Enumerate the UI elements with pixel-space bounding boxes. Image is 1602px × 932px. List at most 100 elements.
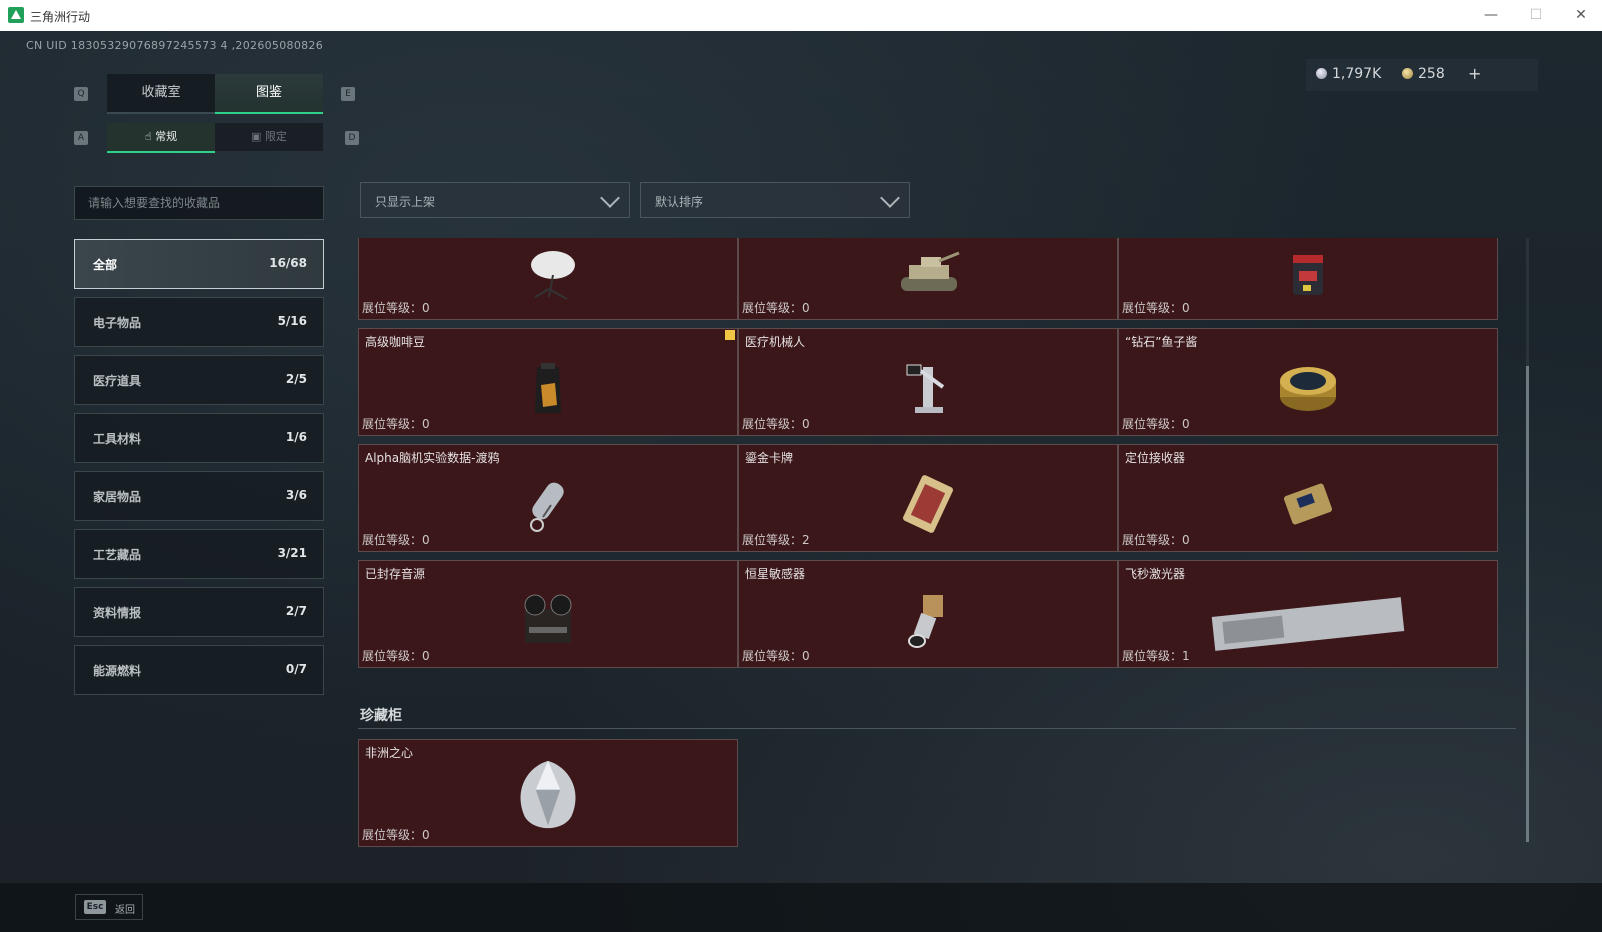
category-tools[interactable]: 工具材料 1/6 [74,413,324,463]
window-titlebar: 三角洲行动 — ☐ ✕ [0,0,1602,32]
category-name: 工艺藏品 [93,548,142,562]
currency-panel: 1,797K 258 + [1306,59,1538,91]
treasure-section-title: 珍藏柜 [360,708,402,724]
item-name: 恒星敏感器 [745,567,806,581]
search-input[interactable] [75,187,323,219]
category-count: 5/16 [277,314,307,328]
item-name: 飞秒激光器 [1125,567,1186,581]
sort-dropdown[interactable]: 默认排序 [640,182,910,218]
category-name: 能源燃料 [93,664,142,678]
sort-label: 默认排序 [655,195,704,209]
chevron-down-icon [600,188,620,208]
category-count: 3/21 [277,546,307,560]
category-name: 家居物品 [93,490,142,504]
category-count: 2/7 [285,604,307,618]
item-name: 医疗机械人 [745,335,806,349]
silver-coin-icon [1316,68,1327,79]
item-card[interactable]: 非洲之心 展位等级：0 [358,739,738,847]
category-name: 全部 [93,258,118,272]
category-medical[interactable]: 医疗道具 2/5 [74,355,324,405]
tab-catalog[interactable]: 图鉴 [215,74,323,114]
category-household[interactable]: 家居物品 3/6 [74,471,324,521]
data-capsule-icon [530,482,564,532]
display-level: 展位等级：0 [1122,301,1190,315]
item-card[interactable]: 展位等级：0 [738,238,1118,320]
gold-currency: 258 [1402,66,1445,82]
item-name: 鎏金卡牌 [745,451,794,465]
display-level: 展位等级：2 [742,533,810,547]
item-card[interactable]: 飞秒激光器 展位等级：1 [1118,560,1498,668]
caviar-tin-icon [1280,367,1336,411]
game-viewport: CN UID 18305329076897245573 4 ,202605080… [0,31,1602,932]
item-name: 高级咖啡豆 [365,335,426,349]
item-name: 非洲之心 [365,746,414,760]
window-title: 三角洲行动 [30,10,91,24]
item-name: “钻石”鱼子酱 [1125,335,1198,349]
bottom-bar [0,883,1602,932]
tape-recorder-icon [524,594,572,643]
shelf-filter-label: 只显示上架 [375,195,436,209]
add-currency-button[interactable]: + [1468,64,1481,83]
item-card[interactable]: 医疗机械人 展位等级：0 [738,328,1118,436]
display-level: 展位等级：1 [1122,649,1190,663]
gold-amount: 258 [1418,66,1445,82]
category-all[interactable]: 全部 16/68 [74,239,324,289]
item-card[interactable]: 高级咖啡豆 展位等级：0 [358,328,738,436]
gold-coin-icon [1402,68,1413,79]
item-card[interactable]: 展位等级：0 [358,238,738,320]
item-card[interactable]: 展位等级：0 [1118,238,1498,320]
back-button[interactable]: Esc 返回 [75,894,143,920]
item-grid: 展位等级：0 展位等级：0 展位等级：0 高级咖啡豆 展位等级：0 医疗机械人 … [358,238,1518,681]
category-count: 3/6 [285,488,307,502]
close-button[interactable]: ✕ [1566,4,1596,26]
maximize-button[interactable]: ☐ [1521,4,1551,26]
keyhint-e: E [341,87,355,101]
display-level: 展位等级：0 [742,649,810,663]
minimize-button[interactable]: — [1476,4,1506,26]
subtab-limited-label: 限定 [264,130,287,143]
item-card[interactable]: 鎏金卡牌 展位等级：2 [738,444,1118,552]
display-level: 展位等级：0 [742,301,810,315]
category-name: 医疗道具 [93,374,142,388]
scrollbar-thumb[interactable] [1526,366,1529,842]
player-uid: CN UID 18305329076897245573 4 ,202605080… [26,39,324,52]
item-card[interactable]: “钻石”鱼子酱 展位等级：0 [1118,328,1498,436]
item-name: Alpha脑机实验数据-渡鸦 [365,451,500,465]
coffee-bag-icon [535,363,561,413]
shelf-filter-dropdown[interactable]: 只显示上架 [360,182,630,218]
tab-collection-room[interactable]: 收藏室 [107,74,215,114]
subtab-regular[interactable]: ☝ 常规 [107,123,215,153]
silver-currency: 1,797K [1316,66,1381,82]
item-name: 已封存音源 [365,567,426,581]
keyhint-a: A [74,131,88,145]
category-electronics[interactable]: 电子物品 5/16 [74,297,324,347]
category-energy[interactable]: 能源燃料 0/7 [74,645,324,695]
item-card[interactable]: 恒星敏感器 展位等级：0 [738,560,1118,668]
diamond-icon [520,760,576,829]
tank-model-icon [901,251,960,291]
subtab-regular-label: 常规 [155,130,178,143]
item-card[interactable]: 定位接收器 展位等级：0 [1118,444,1498,552]
display-level: 展位等级：0 [742,417,810,431]
new-badge-icon [725,330,735,340]
laser-device-icon [1211,597,1405,651]
item-card[interactable]: Alpha脑机实验数据-渡鸦 展位等级：0 [358,444,738,552]
category-intel[interactable]: 资料情报 2/7 [74,587,324,637]
search-field[interactable] [74,186,324,220]
subtab-limited[interactable]: ▣ 限定 [215,123,323,151]
category-count: 1/6 [285,430,307,444]
category-count: 2/5 [285,372,307,386]
display-level: 展位等级：0 [362,533,430,547]
hand-icon: ☝ [144,130,156,143]
category-crafts[interactable]: 工艺藏品 3/21 [74,529,324,579]
section-divider [358,728,1516,729]
display-level: 展位等级：0 [362,417,430,431]
gilded-card-icon [903,475,953,533]
display-level: 展位等级：0 [1122,533,1190,547]
keyhint-d: D [345,131,359,145]
category-name: 工具材料 [93,432,142,446]
receiver-icon [1283,483,1333,525]
display-level: 展位等级：0 [1122,417,1190,431]
item-name: 定位接收器 [1125,451,1186,465]
item-card[interactable]: 已封存音源 展位等级：0 [358,560,738,668]
